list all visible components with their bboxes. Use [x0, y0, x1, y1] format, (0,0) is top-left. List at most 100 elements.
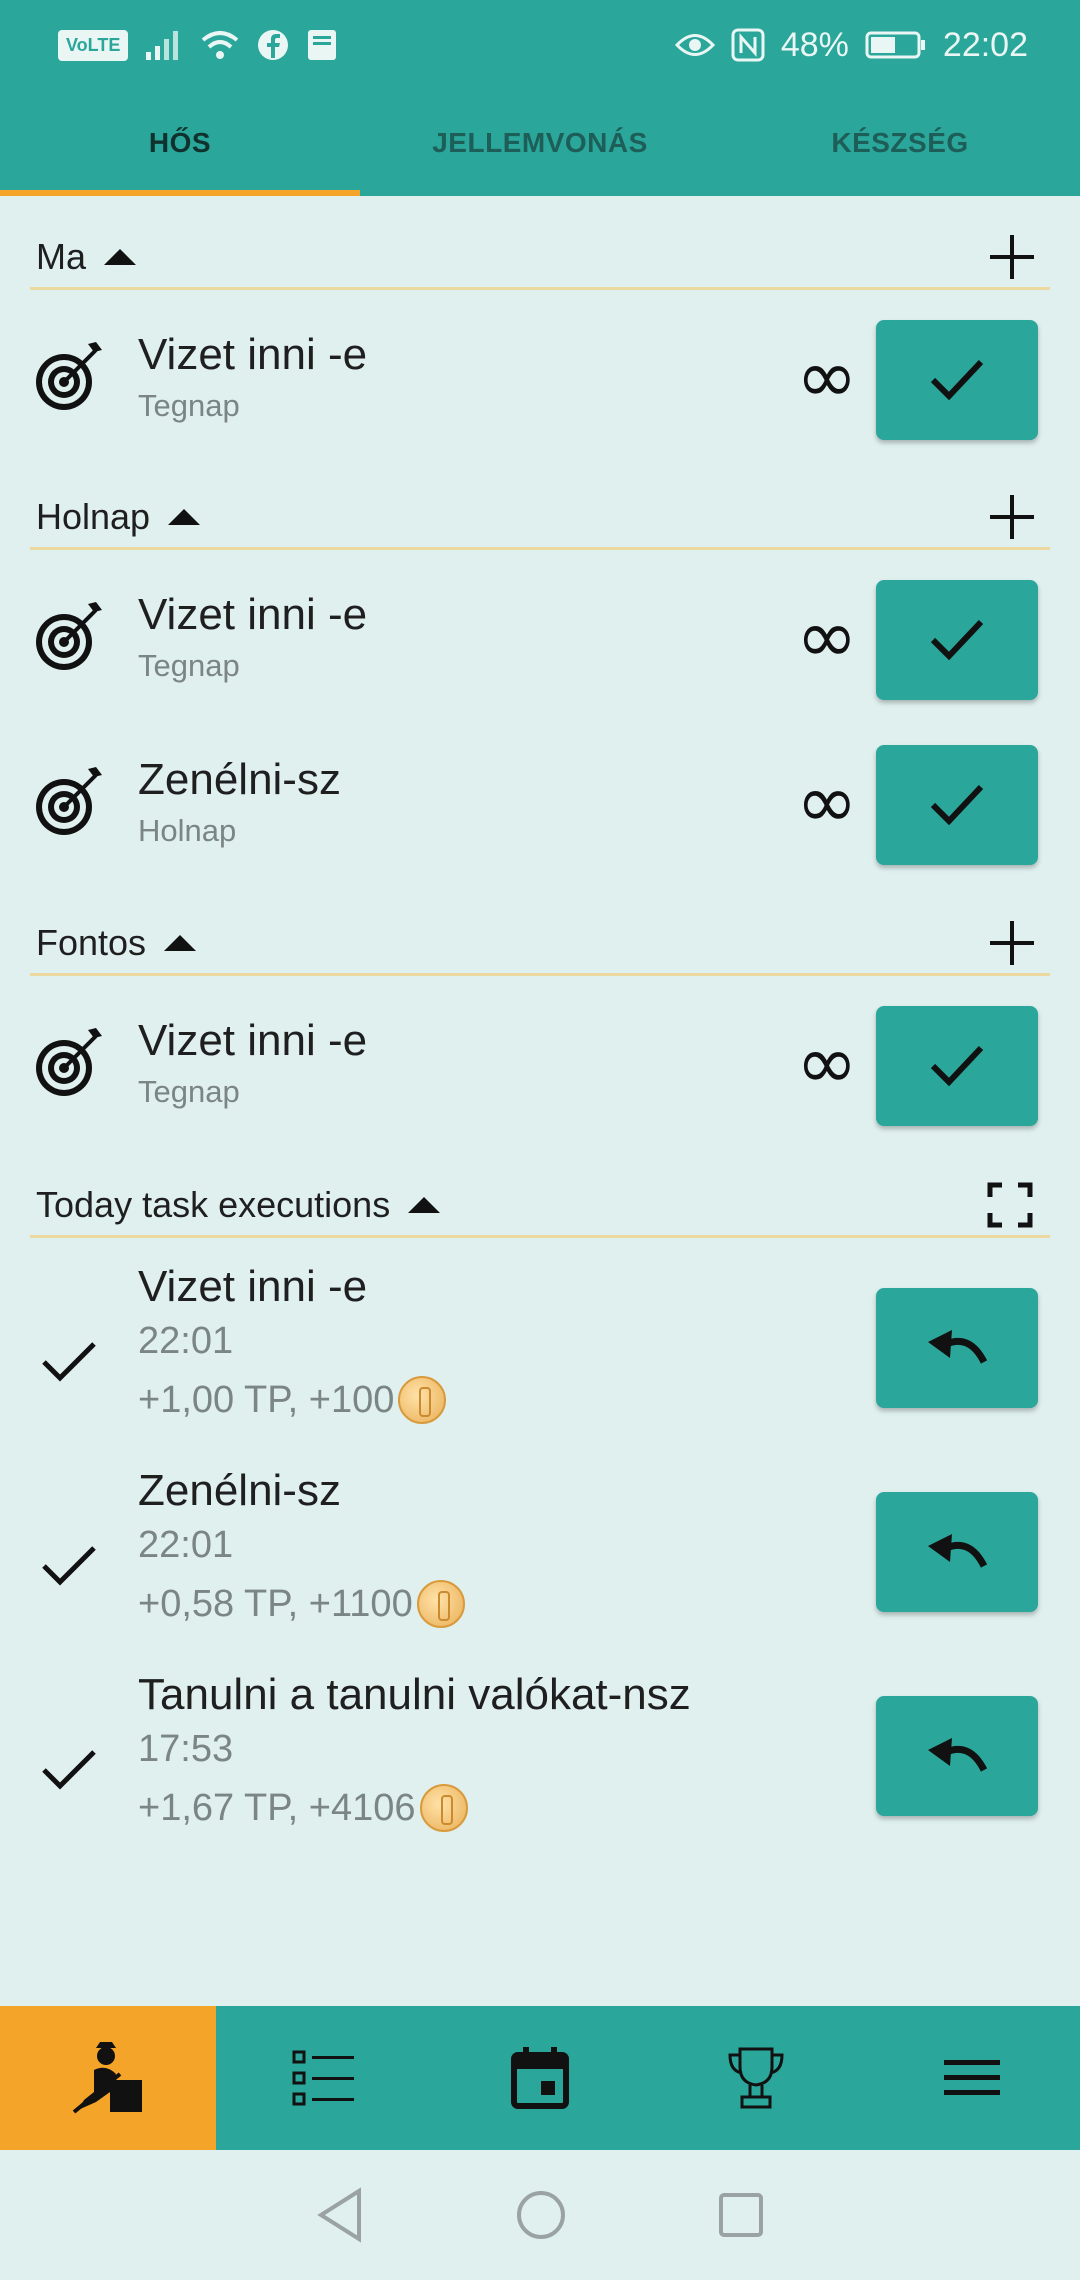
execution-title: Tanulni a tanulni valókat-nsz — [138, 1670, 691, 1719]
section-toggle-executions[interactable]: Today task executions — [30, 1183, 441, 1226]
coin-icon — [416, 1580, 465, 1628]
execution-time: 17:53 — [138, 1728, 234, 1770]
system-navigation-bar — [0, 2150, 1080, 2280]
target-icon — [36, 767, 102, 835]
add-task-button[interactable] — [984, 489, 1040, 545]
calendar-icon — [511, 2047, 569, 2109]
checkmark-icon — [930, 1045, 984, 1087]
section-header-executions: Today task executions — [30, 1174, 1050, 1238]
status-bar: VoLTE 48% 22:02 — [0, 0, 1080, 90]
checkmark-icon — [930, 784, 984, 826]
menu-icon — [944, 2060, 1000, 2095]
add-task-button[interactable] — [984, 915, 1040, 971]
section-header-tomorrow: Holnap — [30, 486, 1050, 550]
task-row[interactable]: Vizet inni -e Tegnap ∞ — [0, 572, 1080, 702]
reward-text: +1,00 TP, +100 — [138, 1378, 395, 1421]
undo-button[interactable] — [876, 1492, 1038, 1612]
target-icon — [36, 602, 102, 670]
task-row[interactable]: Vizet inni -e Tegnap ∞ — [0, 312, 1080, 442]
reward-text: +0,58 TP, +1100 — [138, 1582, 413, 1625]
execution-row: Vizet inni -e 22:01 +1,00 TP, +100 — [0, 1262, 1080, 1466]
checkmark-icon — [930, 359, 984, 401]
signal-icon — [146, 31, 179, 60]
execution-row: Tanulni a tanulni valókat-nsz 17:53 +1,6… — [0, 1670, 1080, 1874]
bottom-navigation — [0, 2006, 1080, 2150]
section-toggle-today[interactable]: Ma — [30, 235, 137, 278]
reward-text: +1,67 TP, +4106 — [138, 1786, 416, 1829]
undo-button[interactable] — [876, 1288, 1038, 1408]
complete-task-button[interactable] — [876, 1006, 1038, 1126]
execution-time: 22:01 — [138, 1524, 234, 1566]
section-toggle-important[interactable]: Fontos — [30, 921, 197, 964]
volte-indicator: VoLTE — [58, 29, 129, 61]
section-header-today: Ma — [30, 226, 1050, 290]
execution-row: Zenélni-sz 22:01 +0,58 TP, +1100 — [0, 1466, 1080, 1670]
complete-task-button[interactable] — [876, 580, 1038, 700]
task-title: Vizet inni -e — [138, 330, 368, 379]
tab-hero[interactable]: HŐS — [0, 90, 360, 196]
fullscreen-icon[interactable] — [986, 1181, 1034, 1229]
task-subtitle: Tegnap — [138, 1074, 240, 1109]
checkmark-icon — [42, 1750, 96, 1790]
execution-reward: +1,00 TP, +100 — [138, 1376, 447, 1424]
nav-tasks[interactable] — [216, 2006, 432, 2150]
nav-calendar[interactable] — [432, 2006, 648, 2150]
execution-time: 22:01 — [138, 1320, 234, 1362]
nav-hero[interactable] — [0, 2006, 216, 2150]
checkmark-icon — [42, 1342, 96, 1382]
caret-up-icon — [104, 248, 137, 265]
execution-reward: +1,67 TP, +4106 — [138, 1784, 468, 1832]
checkmark-icon — [42, 1546, 96, 1586]
section-header-important: Fontos — [30, 912, 1050, 976]
task-title: Vizet inni -e — [138, 1016, 368, 1065]
execution-title: Vizet inni -e — [138, 1262, 368, 1311]
infinity-icon: ∞ — [796, 334, 858, 420]
tab-skill[interactable]: KÉSZSÉG — [720, 90, 1080, 196]
infinity-icon: ∞ — [796, 594, 858, 680]
execution-reward: +0,58 TP, +1100 — [138, 1580, 465, 1628]
task-list-icon — [292, 2050, 354, 2106]
section-title: Today task executions — [36, 1183, 391, 1225]
task-row[interactable]: Zenélni-sz Holnap ∞ — [0, 737, 1080, 867]
task-subtitle: Tegnap — [138, 648, 240, 683]
nfc-icon — [731, 28, 765, 62]
task-subtitle: Holnap — [138, 813, 237, 848]
undo-icon — [928, 1330, 988, 1364]
bible-app-icon — [308, 30, 337, 60]
undo-button[interactable] — [876, 1696, 1038, 1816]
facebook-icon — [258, 30, 289, 60]
caret-up-icon — [164, 934, 197, 951]
caret-up-icon — [168, 508, 201, 525]
tab-trait[interactable]: JELLEMVONÁS — [360, 90, 720, 196]
coin-icon — [419, 1784, 468, 1832]
back-icon[interactable] — [315, 2187, 365, 2243]
section-toggle-tomorrow[interactable]: Holnap — [30, 495, 201, 538]
tab-indicator — [0, 190, 360, 196]
task-row[interactable]: Vizet inni -e Tegnap ∞ — [0, 998, 1080, 1128]
undo-icon — [928, 1534, 988, 1568]
undo-icon — [928, 1738, 988, 1772]
recents-icon[interactable] — [717, 2191, 765, 2239]
caret-up-icon — [408, 1196, 441, 1213]
section-title: Ma — [36, 235, 87, 277]
add-task-button[interactable] — [984, 229, 1040, 285]
eye-comfort-icon — [674, 34, 715, 56]
section-title: Holnap — [36, 495, 151, 537]
section-title: Fontos — [36, 921, 147, 963]
task-subtitle: Tegnap — [138, 388, 240, 423]
battery-percent: 48% — [780, 25, 849, 64]
target-icon — [36, 1028, 102, 1096]
task-title: Vizet inni -e — [138, 590, 368, 639]
complete-task-button[interactable] — [876, 745, 1038, 865]
target-icon — [36, 342, 102, 410]
coin-icon — [398, 1376, 447, 1424]
clock: 22:02 — [942, 25, 1028, 64]
hero-icon — [72, 2042, 142, 2114]
infinity-icon: ∞ — [796, 1020, 858, 1106]
task-title: Zenélni-sz — [138, 755, 341, 804]
complete-task-button[interactable] — [876, 320, 1038, 440]
nav-menu[interactable] — [864, 2006, 1080, 2150]
home-icon[interactable] — [515, 2189, 567, 2241]
battery-icon — [865, 31, 925, 59]
nav-achievements[interactable] — [648, 2006, 864, 2150]
